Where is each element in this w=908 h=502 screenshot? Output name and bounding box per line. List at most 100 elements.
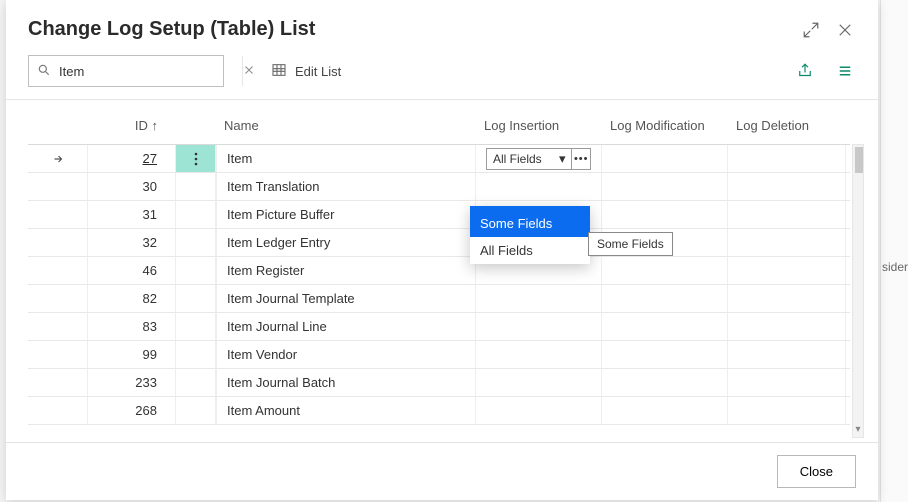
scrollbar-thumb[interactable] [855, 147, 863, 173]
assist-edit-button[interactable]: ••• [571, 148, 591, 170]
cell-log-modification[interactable] [602, 145, 728, 172]
col-log-deletion[interactable]: Log Deletion [728, 114, 846, 137]
cell-id: 30 [88, 173, 176, 200]
edit-list-icon [271, 62, 287, 81]
table-row[interactable]: 233 Item Journal Batch [28, 369, 850, 397]
table-body[interactable]: 27ItemAll Fields▾•••30Item Translation31… [28, 144, 850, 438]
cell-log-modification[interactable] [602, 201, 728, 228]
table-row[interactable]: 82 Item Journal Template [28, 285, 850, 313]
table-row[interactable]: 46 Item Register [28, 257, 850, 285]
log-insertion-select[interactable]: All Fields▾ [486, 148, 572, 170]
cell-name: Item Amount [216, 397, 476, 424]
close-button[interactable]: Close [777, 455, 856, 488]
dropdown-item[interactable]: Some Fields [470, 206, 590, 237]
row-actions [176, 201, 216, 228]
table-area: ID ↑ Name Log Insertion Log Modification… [6, 100, 878, 442]
dialog-footer: Close [6, 442, 878, 500]
cell-id: 82 [88, 285, 176, 312]
cell-id: 31 [88, 201, 176, 228]
row-indicator [28, 145, 88, 172]
col-name[interactable]: Name [216, 114, 476, 137]
table-row[interactable]: 32Item Ledger Entry [28, 229, 850, 257]
expand-icon[interactable] [800, 19, 822, 41]
cell-name: Item Vendor [216, 341, 476, 368]
search-icon [37, 63, 51, 80]
table-row[interactable]: 27ItemAll Fields▾••• [28, 145, 850, 173]
background-strip [880, 0, 908, 502]
cell-log-insertion[interactable] [476, 341, 602, 368]
background-cut-text: sider [882, 260, 908, 274]
row-actions [176, 341, 216, 368]
table-row[interactable]: 30 Item Translation [28, 173, 850, 201]
cell-log-insertion[interactable] [476, 313, 602, 340]
table-row[interactable]: 99Item Vendor [28, 341, 850, 369]
row-indicator [28, 229, 88, 256]
cell-id: 46 [88, 257, 176, 284]
col-indicator [28, 114, 88, 137]
cell-log-deletion[interactable] [728, 257, 846, 284]
scrollbar[interactable]: ▴ ▾ [852, 144, 864, 438]
edit-list-button[interactable]: Edit List [261, 56, 351, 87]
cell-log-insertion[interactable] [476, 173, 602, 200]
menu-lines-icon[interactable] [834, 60, 856, 82]
cell-log-deletion[interactable] [728, 145, 846, 172]
col-log-insertion[interactable]: Log Insertion [476, 114, 602, 137]
row-actions[interactable] [176, 145, 216, 172]
table-row[interactable]: 268Item Amount [28, 397, 850, 425]
cell-id: 32 [88, 229, 176, 256]
cell-log-deletion[interactable] [728, 285, 846, 312]
cell-log-deletion[interactable] [728, 173, 846, 200]
row-actions [176, 173, 216, 200]
row-indicator [28, 257, 88, 284]
row-indicator [28, 341, 88, 368]
cell-log-insertion[interactable] [476, 397, 602, 424]
cell-name: Item Register [216, 257, 476, 284]
cell-log-modification[interactable] [602, 369, 728, 396]
edit-list-label: Edit List [295, 64, 341, 79]
cell-log-modification[interactable] [602, 341, 728, 368]
cell-log-insertion[interactable]: All Fields▾••• [476, 145, 602, 172]
cell-log-deletion[interactable] [728, 341, 846, 368]
cell-log-insertion[interactable] [476, 285, 602, 312]
cell-log-insertion[interactable] [476, 369, 602, 396]
row-actions [176, 257, 216, 284]
cell-log-deletion[interactable] [728, 313, 846, 340]
id-link[interactable]: 27 [143, 151, 157, 166]
search-input[interactable] [59, 64, 235, 79]
cell-log-deletion[interactable] [728, 397, 846, 424]
cell-log-modification[interactable] [602, 397, 728, 424]
tooltip: Some Fields [588, 232, 673, 256]
row-actions [176, 369, 216, 396]
table-row[interactable]: 83Item Journal Line [28, 313, 850, 341]
dialog-panel: Change Log Setup (Table) List Edit Li [6, 0, 878, 500]
cell-log-modification[interactable] [602, 257, 728, 284]
col-log-modification[interactable]: Log Modification [602, 114, 728, 137]
kebab-icon [194, 152, 198, 166]
clear-search-icon[interactable] [243, 64, 255, 79]
share-icon[interactable] [794, 60, 816, 82]
cell-log-deletion[interactable] [728, 229, 846, 256]
cell-name: Item Journal Template [216, 285, 476, 312]
row-indicator [28, 201, 88, 228]
cell-log-deletion[interactable] [728, 369, 846, 396]
row-indicator [28, 173, 88, 200]
cell-log-modification[interactable] [602, 313, 728, 340]
cell-name: Item Journal Batch [216, 369, 476, 396]
col-actions [176, 114, 216, 137]
close-icon[interactable] [834, 19, 856, 41]
cell-name: Item Journal Line [216, 313, 476, 340]
toolbar-divider [242, 56, 243, 86]
cell-log-modification[interactable] [602, 173, 728, 200]
cell-name: Item Translation [216, 173, 476, 200]
search-box[interactable] [28, 55, 224, 87]
cell-log-modification[interactable] [602, 285, 728, 312]
cell-log-deletion[interactable] [728, 201, 846, 228]
col-id[interactable]: ID ↑ [88, 114, 176, 137]
table-row[interactable]: 31Item Picture Buffer [28, 201, 850, 229]
cell-name: Item [216, 145, 476, 172]
log-modification-dropdown[interactable]: Some FieldsAll Fields [470, 206, 590, 264]
dropdown-item[interactable]: All Fields [470, 237, 590, 264]
cell-id: 233 [88, 369, 176, 396]
scroll-down-icon[interactable]: ▾ [855, 422, 860, 437]
row-actions [176, 313, 216, 340]
